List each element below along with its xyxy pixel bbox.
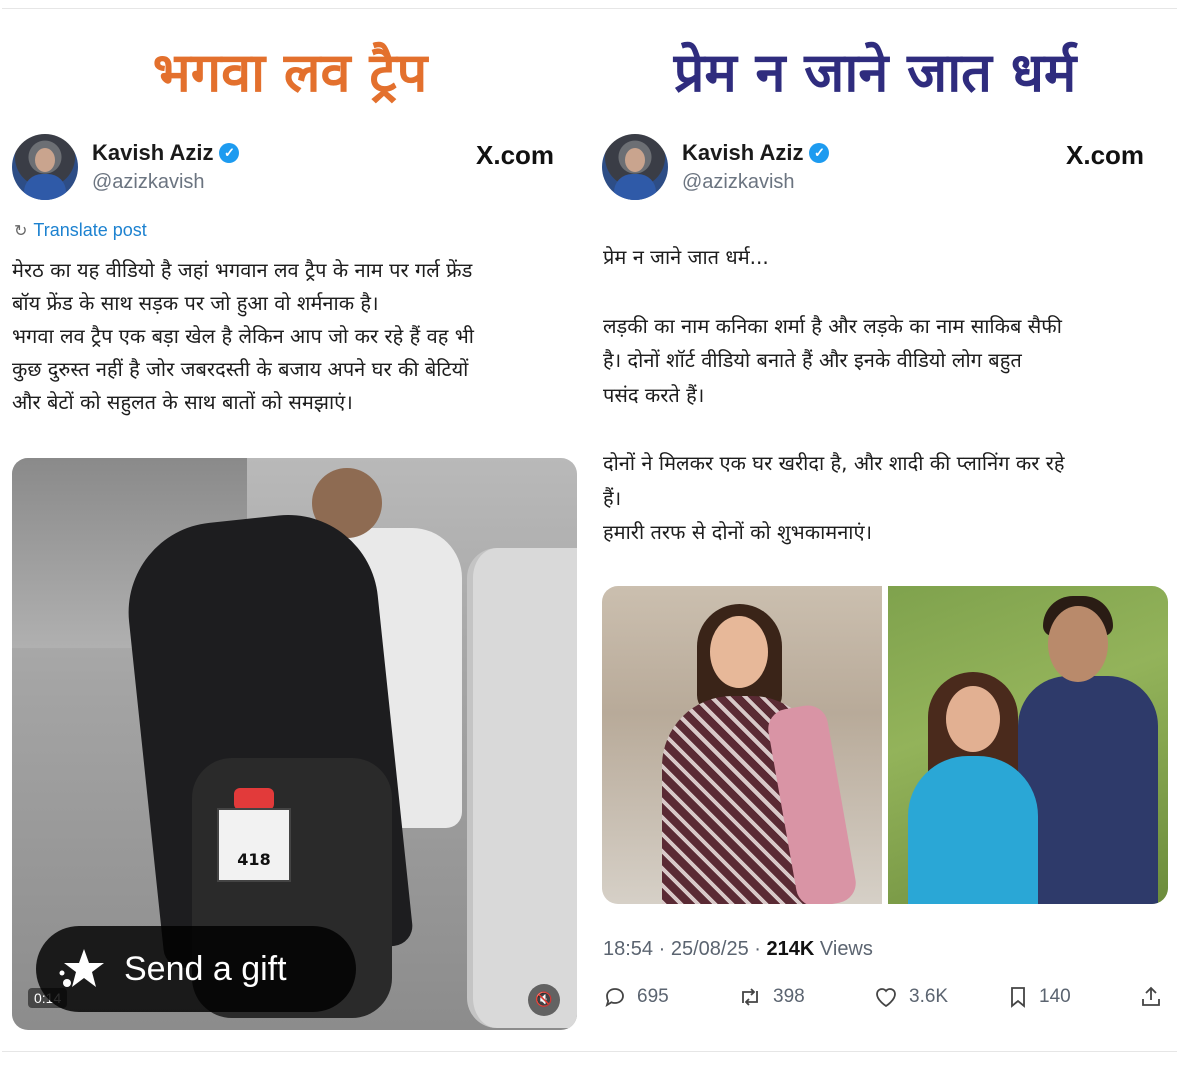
post-photos[interactable] xyxy=(602,586,1168,904)
post-time: 18:54 xyxy=(603,938,654,960)
post-line: लड़की का नाम कनिका शर्मा है और लड़के का … xyxy=(603,313,1062,338)
author-name-left[interactable]: Kavish Aziz ✓ xyxy=(92,140,240,166)
video-tail-light xyxy=(234,788,274,810)
photo-woman[interactable] xyxy=(602,586,882,904)
repost-icon xyxy=(742,988,758,1006)
like-count: 3.6K xyxy=(909,986,949,1007)
share-button[interactable] xyxy=(1139,985,1163,1009)
send-gift-button[interactable]: Send a gift xyxy=(36,926,356,1012)
photo-face xyxy=(710,616,768,688)
bookmark-button[interactable]: 140 xyxy=(1007,985,1071,1009)
post-line: भगवा लव ट्रैप एक बड़ा खेल है लेकिन आप जो… xyxy=(12,324,474,348)
verified-badge-icon: ✓ xyxy=(809,143,830,163)
post-line: है। दोनों शॉर्ट वीडियो बनाते हैं और इनके… xyxy=(603,348,1022,372)
repost-button[interactable]: 398 xyxy=(737,985,805,1009)
repost-count: 398 xyxy=(773,986,805,1007)
post-date: 25/08/25 xyxy=(670,938,749,960)
source-label-left: X.com xyxy=(476,140,555,170)
video-car xyxy=(467,548,577,1028)
post-line: हमारी तरफ से दोनों को शुभकामनाएं। xyxy=(603,520,873,544)
post-text-left: मेरठ का यह वीडियो है जहां भगवान लव ट्रैप… xyxy=(12,254,474,419)
reply-count: 695 xyxy=(637,986,669,1007)
source-label-right: X.com xyxy=(1066,140,1145,170)
photo-couple[interactable] xyxy=(888,586,1168,904)
photo-man-shirt xyxy=(1018,676,1158,904)
views-count: 214K xyxy=(766,938,815,960)
author-handle-right[interactable]: @azizkavish xyxy=(682,171,795,194)
reply-icon xyxy=(605,988,624,1008)
translate-icon: ↻ xyxy=(14,222,28,240)
post-line: पसंद करते हैं। xyxy=(603,382,705,407)
like-button[interactable]: 3.6K xyxy=(873,985,948,1009)
meta-separator: · xyxy=(754,938,761,960)
translate-post-link[interactable]: ↻ Translate post xyxy=(14,220,147,241)
author-handle-left[interactable]: @azizkavish xyxy=(92,171,205,194)
post-line: बॉय फ्रेंड के साथ सड़क पर जो हुआ वो शर्म… xyxy=(12,291,379,315)
gift-star-icon xyxy=(58,945,106,993)
reply-button[interactable]: 695 xyxy=(603,985,669,1009)
post-meta: 18:54 · 25/08/25 · 214K Views xyxy=(603,938,873,961)
avatar-right[interactable] xyxy=(602,134,668,200)
heart-icon xyxy=(876,988,896,1008)
photo-woman-dress xyxy=(908,756,1038,904)
post-line: और बेटों को सहुलत के साथ बातों को समझाएं… xyxy=(12,390,353,414)
share-icon xyxy=(1142,986,1160,1006)
send-gift-label: Send a gift xyxy=(124,949,287,988)
bookmark-icon xyxy=(1011,987,1025,1008)
post-line: कुछ दुरुस्त नहीं है जोर जबरदस्ती के बजाय… xyxy=(12,357,469,381)
meta-separator: · xyxy=(658,938,666,960)
post-line: मेरठ का यह वीडियो है जहां भगवान लव ट्रैप… xyxy=(12,258,473,282)
post-line: दोनों ने मिलकर एक घर खरीदा है, और शादी क… xyxy=(603,451,1065,475)
post-line: हैं। xyxy=(603,485,622,510)
author-name-text: Kavish Aziz xyxy=(92,140,214,165)
avatar-left[interactable] xyxy=(12,134,78,200)
post-text-right: प्रेम न जाने जात धर्म... लड़की का नाम कन… xyxy=(603,240,1065,550)
author-name-right[interactable]: Kavish Aziz ✓ xyxy=(682,140,830,166)
mute-icon[interactable]: 🔇 xyxy=(528,984,560,1016)
verified-badge-icon: ✓ xyxy=(219,143,240,163)
views-label: Views xyxy=(819,938,873,960)
author-name-text: Kavish Aziz xyxy=(682,140,804,165)
bookmark-count: 140 xyxy=(1039,986,1071,1007)
post-actions: 695 398 3.6K 140 xyxy=(603,985,1165,1019)
post-line: प्रेम न जाने जात धर्म... xyxy=(603,245,769,269)
translate-label: Translate post xyxy=(33,220,147,240)
photo-woman-face xyxy=(946,686,1000,752)
headline-right: प्रेम न जाने जात धर्म xyxy=(673,41,1077,104)
photo-man-face xyxy=(1048,606,1108,682)
headline-left: भगवा लव ट्रैप xyxy=(152,41,428,104)
video-number-plate: 418 xyxy=(217,808,291,882)
